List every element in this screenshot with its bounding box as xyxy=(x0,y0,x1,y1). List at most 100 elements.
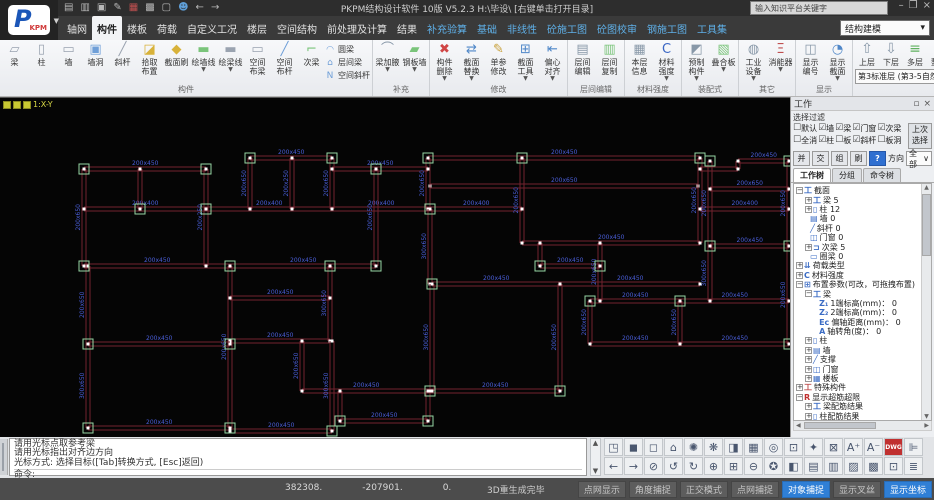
tree-expand-icon[interactable]: + xyxy=(805,197,812,204)
op-button-组[interactable]: 组 xyxy=(831,151,848,166)
filter-checkbox-默认[interactable]: ☐默认 xyxy=(793,123,817,134)
pan-left-icon[interactable]: ← xyxy=(604,457,623,475)
ribbon-button-墙[interactable]: ▭墙 xyxy=(55,41,82,67)
text-bigger-icon[interactable]: A⁺ xyxy=(844,438,863,456)
tree-node[interactable]: +◫门窗 xyxy=(796,364,931,373)
text-smaller-icon[interactable]: A⁻ xyxy=(864,438,883,456)
floor-multi-icon[interactable]: ▨ xyxy=(844,457,863,475)
ribbon-button-预制构件[interactable]: ◩预制 构件▼ xyxy=(683,41,710,81)
tree-node[interactable]: +▯柱 12 xyxy=(796,205,931,214)
snap-toggle-正交模式[interactable]: 正交模式 xyxy=(680,481,728,498)
tree-expand-icon[interactable]: + xyxy=(805,413,812,420)
ribbon-button-次梁[interactable]: ⌐次梁 xyxy=(298,41,325,67)
tree-node[interactable]: +⊐次梁 5 xyxy=(796,242,931,251)
ribbon-button-层间梁[interactable]: ⌂层间梁 xyxy=(325,56,371,69)
tab-楼层[interactable]: 楼层 xyxy=(242,16,272,40)
filter-checkbox-门窗[interactable]: ☑门窗 xyxy=(852,123,876,134)
local-light-icon[interactable]: ✪ xyxy=(764,457,783,475)
filter-checkbox-次梁[interactable]: ☑次梁 xyxy=(877,123,901,134)
tree-horizontal-scrollbar[interactable]: ◀ ▶ xyxy=(793,421,932,431)
solid-view-icon[interactable]: ◧ xyxy=(784,457,803,475)
ribbon-button-工业设备[interactable]: ◍工业 设备▼ xyxy=(740,41,767,81)
bulb-icon[interactable]: ✦ xyxy=(804,438,823,456)
tree-node[interactable]: ╱斜杆 0 xyxy=(796,224,931,233)
scrollbar-thumb[interactable] xyxy=(922,194,931,256)
command-window[interactable]: 请用光标点取参考梁 请用光标指出对齐边方向 光标方式: 选择目标([Tab]转换… xyxy=(9,438,587,476)
tree-expand-icon[interactable]: + xyxy=(805,366,812,373)
tree-expand-icon[interactable]: + xyxy=(796,262,803,269)
tree-expand-icon[interactable]: + xyxy=(805,403,812,410)
tree-expand-icon[interactable]: + xyxy=(796,272,803,279)
tree-node[interactable]: +╱支撑 xyxy=(796,355,931,364)
ribbon-button-拾取布置[interactable]: ◪拾取 布置 xyxy=(136,41,163,76)
ribbon-button-显示编号[interactable]: ◫显示 编号 xyxy=(797,41,824,76)
ribbon-button-下层[interactable]: ⇩下层 xyxy=(879,41,903,68)
tree-expand-icon[interactable]: − xyxy=(805,290,812,297)
filter-checkbox-梁[interactable]: ☑梁 xyxy=(835,123,851,134)
filter-checkbox-斜杆[interactable]: ☑斜杆 xyxy=(852,135,876,146)
viewport-window-icon[interactable] xyxy=(23,101,31,109)
snap-toggle-显示坐标[interactable]: 显示坐标 xyxy=(884,481,932,498)
filter-checkbox-全消[interactable]: ☐全消 xyxy=(793,135,817,146)
op-button-并[interactable]: 并 xyxy=(793,151,810,166)
dock-grip-handle[interactable] xyxy=(0,439,8,475)
tab-砼施工图[interactable]: 砼施工图 xyxy=(542,16,592,40)
redo-icon[interactable]: → xyxy=(211,1,219,14)
minimize-button[interactable]: – xyxy=(899,0,904,11)
view-extent-icon[interactable]: ⊡ xyxy=(784,438,803,456)
floor-all-icon[interactable]: ▩ xyxy=(864,457,883,475)
user-icon[interactable]: ☻ xyxy=(178,1,188,14)
tree-node[interactable]: A轴转角(度)： 0 xyxy=(796,327,931,336)
tree-expand-icon[interactable]: + xyxy=(805,206,812,213)
tab-自定义工况[interactable]: 自定义工况 xyxy=(182,16,242,40)
tree-node[interactable]: +▯柱配筋结果 xyxy=(796,411,931,420)
ribbon-button-多层[interactable]: ≡多层 xyxy=(903,41,927,68)
ribbon-button-墙洞[interactable]: ▣墙洞 xyxy=(82,41,109,67)
ribbon-button-显示截面[interactable]: ◔显示 截面▼ xyxy=(824,41,851,81)
view-orbit-icon[interactable]: ◎ xyxy=(764,438,783,456)
zoom-in-icon[interactable]: ⊕ xyxy=(704,457,723,475)
render-partial-icon[interactable]: ❋ xyxy=(704,438,723,456)
tab-前处理及计算[interactable]: 前处理及计算 xyxy=(322,16,392,40)
last-select-button[interactable]: 上次 选择 xyxy=(908,123,932,149)
tab-砼图校审[interactable]: 砼图校审 xyxy=(592,16,642,40)
scroll-left-icon[interactable]: ◀ xyxy=(796,422,801,429)
scroll-down-icon[interactable]: ▼ xyxy=(593,467,598,475)
ribbon-button-叠合板[interactable]: ▧叠合板▼ xyxy=(710,41,737,72)
panel-tab-分组[interactable]: 分组 xyxy=(832,168,862,182)
scroll-up-icon[interactable]: ▲ xyxy=(924,184,929,191)
filter-checkbox-柱[interactable]: ☑柱 xyxy=(818,135,834,146)
ribbon-button-消能器[interactable]: Ξ消能器▼ xyxy=(767,41,794,72)
view-hidden-cube-icon[interactable]: ◻ xyxy=(644,438,663,456)
tree-node[interactable]: +工梁 5 xyxy=(796,195,931,204)
tree-vertical-scrollbar[interactable]: ▲ ▼ xyxy=(921,184,931,420)
ribbon-button-梁加腋[interactable]: ⌒梁加腋▼ xyxy=(374,41,401,72)
save-as-icon[interactable]: ▣ xyxy=(97,1,106,14)
render-light-icon[interactable]: ✺ xyxy=(684,438,703,456)
view-grid-icon[interactable]: ▦ xyxy=(744,438,763,456)
tree-expand-icon[interactable]: + xyxy=(796,384,803,391)
undo-icon[interactable]: ← xyxy=(196,1,204,14)
tree-expand-icon[interactable]: + xyxy=(805,375,812,382)
tree-expand-icon[interactable]: + xyxy=(805,356,812,363)
ribbon-button-材料强度[interactable]: C材料 强度▼ xyxy=(653,41,680,81)
ribbon-button-层间复制[interactable]: ▥层间 复制 xyxy=(596,41,623,76)
help-button[interactable]: ? xyxy=(869,151,886,166)
ribbon-button-截面替换[interactable]: ⇄截面 替换▼ xyxy=(458,41,485,81)
section-view-icon[interactable]: ▤ xyxy=(804,457,823,475)
ribbon-button-层间编辑[interactable]: ▤层间 编辑 xyxy=(569,41,596,76)
fit-view-icon[interactable]: ⊡ xyxy=(884,457,903,475)
tree-expand-icon[interactable]: − xyxy=(796,281,803,288)
print-icon[interactable]: ▩ xyxy=(145,1,154,14)
tab-构件[interactable]: 构件 xyxy=(92,16,122,40)
knowledge-search-input[interactable]: 输入知识平台关键字 xyxy=(750,1,888,15)
filter-checkbox-板[interactable]: ☐板 xyxy=(835,135,851,146)
pkpm-logo[interactable]: P KPM ▼ xyxy=(0,0,58,40)
ribbon-button-梁[interactable]: ▱梁 xyxy=(1,41,28,67)
direction-select[interactable]: 全部∨ xyxy=(906,151,932,166)
floor-single-icon[interactable]: ▥ xyxy=(824,457,843,475)
ribbon-button-空间布杆[interactable]: ╱空间 布杆 xyxy=(271,41,298,76)
ribbon-button-构件删除[interactable]: ✖构件 删除▼ xyxy=(431,41,458,81)
op-button-刷[interactable]: 刷 xyxy=(850,151,867,166)
snap-toggle-角度捕捉[interactable]: 角度捕捉 xyxy=(629,481,677,498)
